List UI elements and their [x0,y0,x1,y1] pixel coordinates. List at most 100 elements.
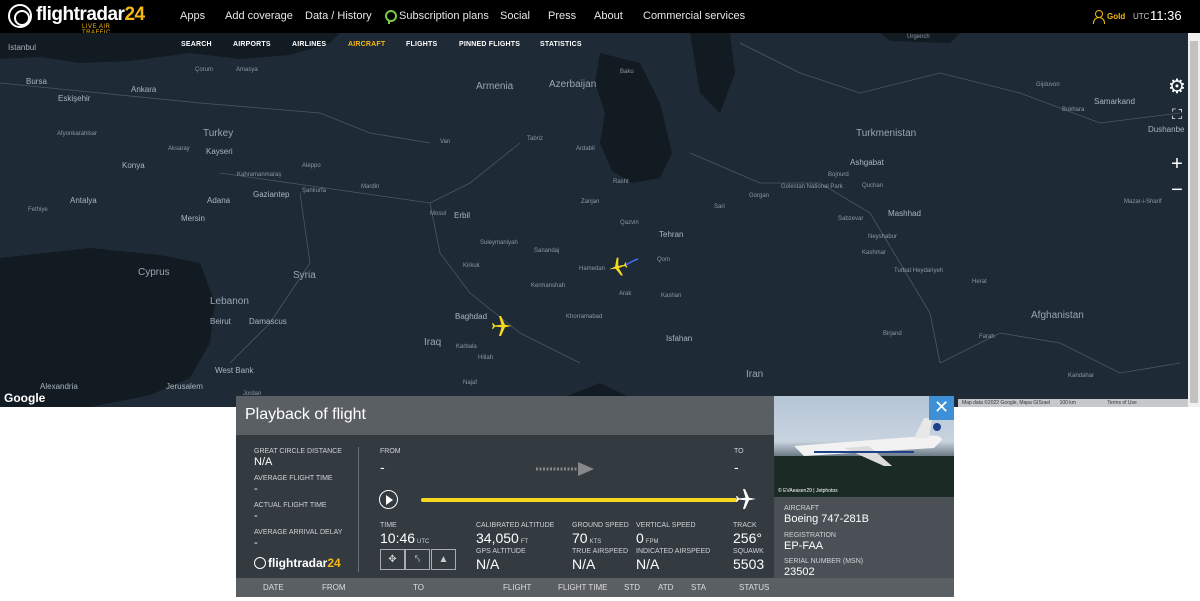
vertical-speed-unit: FPM [645,539,659,545]
aircraft-value[interactable]: Boeing 747-281B [784,513,869,525]
close-icon[interactable]: ✕ [929,396,954,420]
time-label: TIME [380,522,397,529]
account-tier[interactable]: Gold [1107,12,1125,21]
google-logo: Google [4,391,46,405]
actual-flight-time-label: ACTUAL FLIGHT TIME [254,502,327,509]
map-city-baghdad: Baghdad [455,312,488,321]
ground-speed-label: GROUND SPEED [572,522,629,529]
map-city-alexandria: Alexandria [40,382,78,391]
flight-map[interactable]: Azerbaijan Armenia Turkey Turkmenistan S… [0,33,1200,407]
subnav-pinned-flights[interactable]: PINNED FLIGHTS [459,41,520,48]
photo-credit[interactable]: © EVAeasen29 | Jetphotos [778,488,838,494]
map-city-herat: Herat [972,279,987,285]
aircraft-photo-image [774,418,954,497]
col-flight-time[interactable]: FLIGHT TIME [558,583,608,592]
map-label-turkey: Turkey [203,128,234,139]
map-city-kashan: Kashan [661,293,682,299]
to-value: - [734,459,739,475]
map-data-credit: Map data ©2022 Google, Mapa GISrael [962,400,1051,406]
col-std[interactable]: STD [624,583,640,592]
nav-social[interactable]: Social [500,10,530,22]
user-icon[interactable] [1092,10,1105,24]
nav-press[interactable]: Press [548,10,576,22]
toggle-altitude-graph-icon[interactable]: ▲ [431,549,456,570]
logo-number: 24 [124,4,145,25]
map-city-hillah: Hillah [478,355,494,361]
map-city-bursa: Bursa [26,77,47,86]
aircraft-marker[interactable] [490,314,514,338]
map-city-tabriz: Tabriz [527,136,544,142]
map-city-qazvin: Qazvin [620,220,639,226]
route-arrow-icon [536,462,594,476]
playback-panel: Playback of flight © EVAeasen29 | Jetpho… [236,396,954,597]
ground-speed-value: 70 KTS [572,530,601,546]
subnav-aircraft[interactable]: AIRCRAFT [348,41,385,48]
subnav-search[interactable]: SEARCH [181,41,212,48]
squawk-value: 5503 [733,556,765,572]
playback-aircraft-icon[interactable] [732,487,760,511]
subnav-flights[interactable]: FLIGHTS [406,41,437,48]
nav-subscription-plans[interactable]: Subscription plans [399,10,489,22]
flightradar24-logo[interactable]: flightradar24 LIVE AIR TRAFFIC [8,4,145,36]
map-city-gijduvon: Gijduvon [1036,82,1060,88]
col-sta[interactable]: STA [691,583,706,592]
subnav-statistics[interactable]: STATISTICS [540,41,582,48]
map-city-antalya: Antalya [70,196,97,205]
map-city-mazar: Mazar-i-Sharif [1124,199,1162,205]
nav-apps[interactable]: Apps [180,10,205,22]
map-city-bukhara: Bukhara [1062,107,1085,113]
nav-add-coverage[interactable]: Add coverage [225,10,293,22]
time-unit: UTC [417,539,430,545]
map-label-armenia: Armenia [476,81,514,92]
aircraft-marker-selected[interactable] [607,256,629,278]
subnav-airports[interactable]: AIRPORTS [233,41,271,48]
col-status[interactable]: STATUS [739,583,769,592]
nav-commercial-services[interactable]: Commercial services [643,10,745,22]
map-city-erbil: Erbil [454,211,471,220]
map-city-kahramanmaras: Kahramanmaraş [237,172,282,178]
zoom-out-button[interactable]: − [1163,177,1191,203]
page-scrollbar[interactable] [1188,33,1200,407]
col-to[interactable]: TO [413,583,424,592]
map-city-farah: Farah [979,334,995,340]
map-city-baku: Baku [620,69,634,75]
map-label-golestan: Golestan National Park [781,184,843,190]
col-flight[interactable]: FLIGHT [503,583,531,592]
toggle-map-view-icon[interactable]: ✥ [380,549,405,570]
terms-link[interactable]: Terms of Use [1107,400,1136,406]
true-airspeed-value: N/A [572,556,596,572]
map-label-azerbaijan: Azerbaijan [549,79,597,90]
playback-slider[interactable] [421,498,737,502]
map-city-sanandaj: Sanandaj [534,248,560,254]
col-date[interactable]: DATE [263,583,284,592]
calibrated-altitude-label: CALIBRATED ALTITUDE [476,522,555,529]
registration-value[interactable]: EP-FAA [784,540,823,552]
panel-flightradar24-logo: flightradar24 [254,556,341,570]
map-city-suleymaniyah: Suleymaniyah [480,240,518,246]
map-label-west-bank: West Bank [215,366,254,375]
col-atd[interactable]: ATD [658,583,673,592]
col-from[interactable]: FROM [322,583,346,592]
scrollbar-thumb[interactable] [1190,41,1198,403]
nav-data-history[interactable]: Data / History [305,10,372,22]
toggle-route-view-icon[interactable]: ⤣ [405,549,430,570]
map-city-mosul: Mosul [430,211,447,217]
map-city-mashhad: Mashhad [888,209,921,218]
subnav-airlines[interactable]: AIRLINES [292,41,326,48]
map-city-ankara: Ankara [131,85,157,94]
map-city-amasya: Amasya [236,67,258,73]
ground-speed-text: 70 [572,530,588,546]
aircraft-photo[interactable]: © EVAeasen29 | Jetphotos [774,396,954,497]
from-label: FROM [380,448,401,455]
zoom-in-button[interactable]: + [1163,151,1191,177]
map-city-ardabil: Ardabil [576,146,595,152]
map-label-iraq: Iraq [424,337,442,348]
settings-gear-icon[interactable]: ⚙ [1163,74,1191,100]
play-button[interactable] [379,490,398,509]
nav-about[interactable]: About [594,10,623,22]
fullscreen-icon[interactable]: ⛶ [1163,101,1191,127]
map-city-konya: Konya [122,161,145,170]
map-city-quchan: Quchan [862,183,884,189]
map-attribution: Map data ©2022 Google, Mapa GISrael 100 … [958,399,1188,408]
map-city-turbat: Turbat Heydariyeh [894,268,944,274]
